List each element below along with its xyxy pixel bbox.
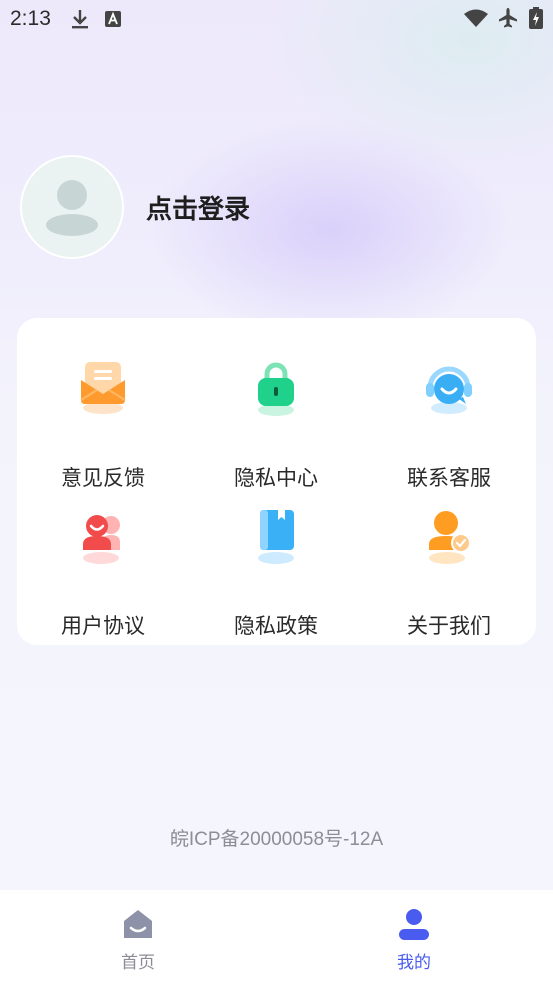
menu-item-privacy-center[interactable]: 隐私中心 bbox=[190, 358, 362, 498]
nav-tab-home[interactable]: 首页 bbox=[68, 890, 208, 983]
nav-tab-mine[interactable]: 我的 bbox=[344, 890, 484, 983]
menu-item-privacy-policy[interactable]: 隐私政策 bbox=[190, 506, 362, 646]
feedback-mail-icon bbox=[80, 362, 126, 414]
menu-item-label: 意见反馈 bbox=[61, 466, 145, 490]
menu-item-label: 隐私政策 bbox=[234, 614, 318, 638]
menu-item-label: 关于我们 bbox=[407, 614, 491, 638]
status-bar: 2:13 bbox=[0, 0, 553, 40]
text-a-icon bbox=[105, 11, 121, 27]
person-icon bbox=[399, 909, 429, 940]
wifi-icon bbox=[464, 9, 488, 27]
status-time: 2:13 bbox=[10, 7, 51, 30]
headset-icon bbox=[426, 366, 472, 414]
default-avatar-icon bbox=[46, 180, 98, 236]
bottom-navigation: 首页 我的 bbox=[0, 890, 553, 983]
menu-item-feedback[interactable]: 意见反馈 bbox=[17, 358, 189, 498]
menu-item-customer-service[interactable]: 联系客服 bbox=[363, 358, 535, 498]
users-icon bbox=[83, 515, 120, 564]
menu-item-label: 隐私中心 bbox=[234, 466, 318, 490]
login-prompt[interactable]: 点击登录 bbox=[146, 189, 250, 226]
menu-item-user-agreement[interactable]: 用户协议 bbox=[17, 506, 189, 646]
menu-item-label: 用户协议 bbox=[61, 614, 145, 638]
avatar[interactable] bbox=[20, 155, 124, 259]
icp-license-text: 皖ICP备20000058号-12A bbox=[169, 829, 384, 850]
menu-item-about-us[interactable]: 关于我们 bbox=[363, 506, 535, 646]
book-icon bbox=[258, 510, 294, 564]
menu-item-label: 联系客服 bbox=[407, 466, 491, 490]
nav-tab-label: 我的 bbox=[397, 953, 431, 973]
download-icon bbox=[72, 10, 88, 29]
home-icon bbox=[124, 910, 152, 938]
airplane-icon bbox=[499, 8, 517, 28]
lock-icon bbox=[258, 362, 294, 416]
battery-charging-icon bbox=[529, 7, 543, 29]
menu-card: 意见反馈 隐私中心 联系客服 用户协议 隐私政策 关于我们 bbox=[17, 318, 536, 645]
nav-tab-label: 首页 bbox=[121, 953, 155, 973]
user-check-icon bbox=[429, 511, 471, 564]
